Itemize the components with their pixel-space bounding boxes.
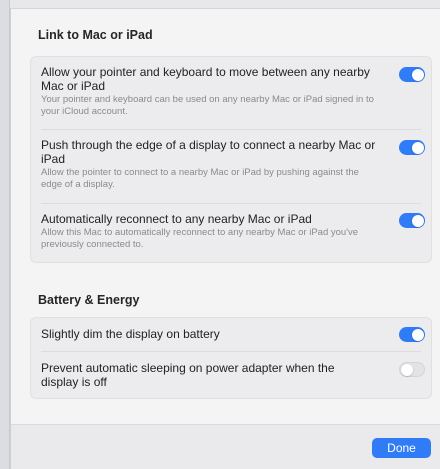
- setting-title: Push through the edge of a display to co…: [41, 138, 376, 166]
- prevent-sleep-toggle[interactable]: [399, 362, 425, 377]
- done-button[interactable]: Done: [372, 438, 431, 458]
- setting-row-auto-reconnect: Automatically reconnect to any nearby Ma…: [41, 212, 425, 250]
- setting-row-pointer-keyboard: Allow your pointer and keyboard to move …: [41, 65, 425, 117]
- setting-title: Prevent automatic sleeping on power adap…: [41, 361, 335, 389]
- section-title-link: Link to Mac or iPad: [38, 28, 153, 42]
- toggle-knob: [411, 141, 424, 154]
- toggle-knob: [411, 68, 424, 81]
- battery-settings-group: Slightly dim the display on battery Prev…: [30, 317, 432, 399]
- divider: [41, 351, 421, 352]
- setting-title: Slightly dim the display on battery: [41, 327, 220, 341]
- setting-description: Allow this Mac to automatically reconnec…: [41, 227, 359, 250]
- toggle-knob: [411, 328, 424, 341]
- settings-sheet: Link to Mac or iPad Allow your pointer a…: [10, 8, 440, 469]
- setting-row-dim-display: Slightly dim the display on battery: [41, 327, 425, 342]
- setting-title: Allow your pointer and keyboard to move …: [41, 65, 370, 93]
- toggle-knob: [401, 363, 413, 376]
- push-edge-toggle[interactable]: [399, 140, 425, 155]
- link-settings-group: Allow your pointer and keyboard to move …: [30, 56, 432, 263]
- divider: [41, 129, 421, 130]
- setting-row-prevent-sleep: Prevent automatic sleeping on power adap…: [41, 361, 425, 389]
- background-window: [0, 0, 10, 469]
- sheet-content: Link to Mac or iPad Allow your pointer a…: [11, 9, 440, 424]
- setting-title: Automatically reconnect to any nearby Ma…: [41, 212, 312, 226]
- divider: [41, 203, 421, 204]
- setting-row-push-edge: Push through the edge of a display to co…: [41, 138, 425, 190]
- dim-display-toggle[interactable]: [399, 327, 425, 342]
- sheet-footer: Done: [11, 424, 440, 469]
- toggle-knob: [411, 214, 424, 227]
- setting-description: Allow the pointer to connect to a nearby…: [41, 167, 359, 190]
- auto-reconnect-toggle[interactable]: [399, 213, 425, 228]
- section-title-battery: Battery & Energy: [38, 293, 140, 307]
- setting-description: Your pointer and keyboard can be used on…: [41, 94, 374, 117]
- pointer-keyboard-toggle[interactable]: [399, 67, 425, 82]
